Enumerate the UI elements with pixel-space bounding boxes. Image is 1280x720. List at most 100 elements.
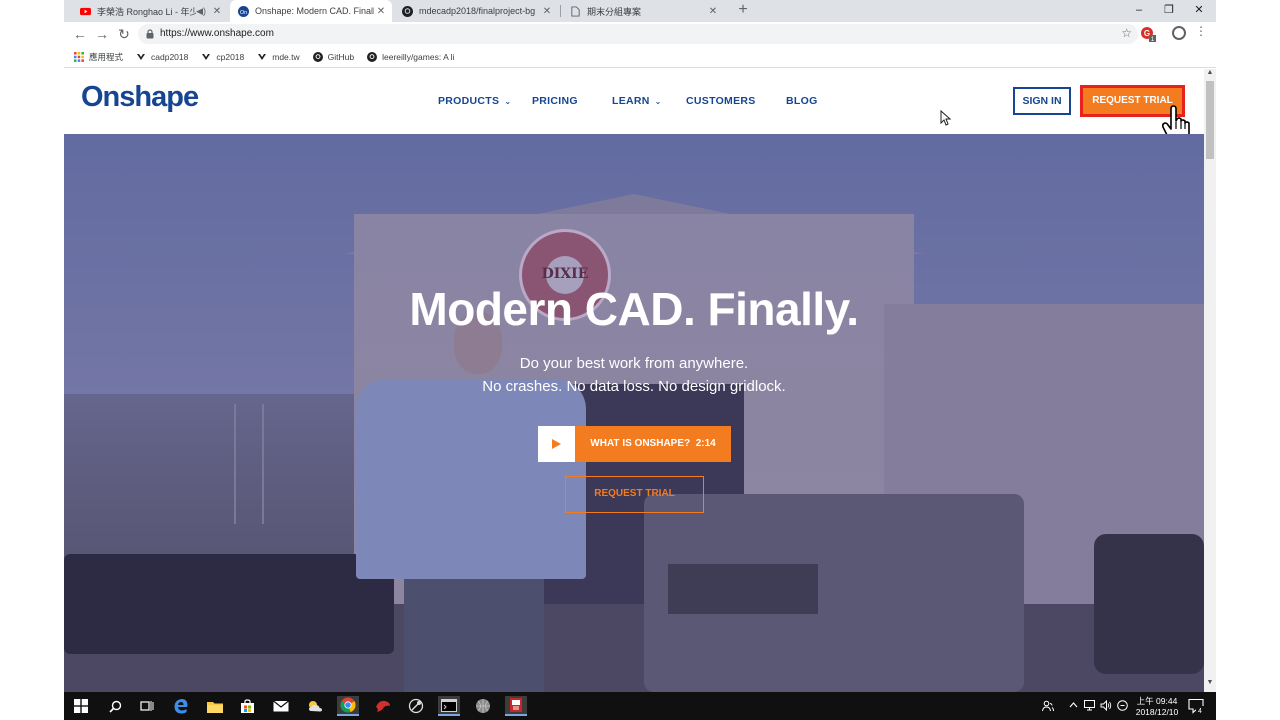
tab-title: 期末分組專案	[587, 6, 642, 17]
play-icon[interactable]	[538, 426, 575, 462]
tab-separator	[560, 5, 561, 17]
network-icon[interactable]	[1084, 700, 1097, 713]
scrollbar-thumb[interactable]	[1206, 81, 1214, 159]
screen: 李榮浩 Ronghao Li - 年少有 ◀) ✕ On Onshape: Mo…	[0, 0, 1280, 720]
svg-text:On: On	[240, 9, 247, 15]
close-tab-icon[interactable]: ✕	[374, 6, 388, 17]
audio-icon[interactable]: ◀)	[196, 6, 206, 17]
address-bar[interactable]: https://www.onshape.com ☆	[138, 24, 1138, 44]
bookmark-label: leereilly/games: A li	[382, 51, 455, 62]
extension-icon[interactable]: G1	[1140, 26, 1156, 42]
browser-window: 李榮浩 Ronghao Li - 年少有 ◀) ✕ On Onshape: Mo…	[64, 0, 1216, 692]
bookmark-star-icon[interactable]: ☆	[1121, 26, 1132, 40]
browser-toolbar: ← → ↻ https://www.onshape.com ☆ G1 ⋮	[64, 22, 1216, 46]
dixie-sign-text: DIXIE	[541, 266, 589, 282]
nav-pricing[interactable]: PRICING	[532, 95, 578, 107]
nav-learn-label: LEARN	[612, 95, 650, 107]
action-center-icon[interactable]: 4	[1188, 698, 1204, 714]
nav-customers[interactable]: CUSTOMERS	[686, 95, 756, 107]
url-text: https://www.onshape.com	[160, 28, 274, 39]
tab-onshape[interactable]: On Onshape: Modern CAD. Finally. ✕	[230, 0, 392, 22]
chevron-down-icon: ⌄	[654, 97, 662, 106]
bookmark-label: cadp2018	[151, 51, 189, 62]
chevron-down-icon: ⌄	[504, 97, 512, 106]
app-icon-satellite[interactable]	[405, 696, 427, 716]
profile-avatar-icon[interactable]	[1172, 26, 1186, 40]
nav-blog[interactable]: BLOG	[786, 95, 818, 107]
github-icon	[402, 5, 413, 17]
chrome-taskbar-icon[interactable]	[337, 696, 359, 716]
youtube-icon	[80, 7, 91, 15]
scroll-up-arrow-icon[interactable]: ▲	[1204, 69, 1216, 81]
store-icon[interactable]	[236, 696, 258, 716]
new-tab-button[interactable]: +	[732, 0, 754, 22]
hero-person	[356, 379, 586, 579]
bookmark-cadp2018[interactable]: cadp2018	[136, 52, 188, 62]
onshape-logo[interactable]: Onshape	[81, 81, 199, 114]
people-icon[interactable]	[1042, 700, 1054, 714]
video-title: WHAT IS ONSHAPE?	[590, 438, 691, 449]
tray-chevron-up-icon[interactable]	[1069, 700, 1078, 710]
watch-video-button[interactable]: WHAT IS ONSHAPE? 2:14	[538, 426, 731, 462]
taskbar-clock-date[interactable]: 2018/12/10	[1130, 707, 1184, 717]
input-method-icon[interactable]	[1117, 700, 1128, 713]
edge-browser-icon[interactable]	[170, 696, 192, 716]
document-icon	[571, 5, 580, 17]
hero-tower	[234, 404, 264, 524]
nav-products[interactable]: PRODUCTS ⌄	[438, 95, 511, 107]
lock-icon	[146, 29, 154, 39]
bookmark-leereilly-games[interactable]: leereilly/games: A li	[367, 51, 455, 62]
hero-title: Modern CAD. Finally.	[409, 283, 859, 335]
weather-icon[interactable]	[304, 696, 326, 716]
app-icon-editor[interactable]	[505, 696, 527, 716]
github-icon	[367, 51, 378, 62]
onshape-favicon: On	[238, 5, 249, 17]
bookmark-github[interactable]: GitHub	[312, 51, 355, 62]
bookmark-icon	[202, 53, 211, 60]
bookmarks-bar: 應用程式 cadp2018 cp2018 mde.tw GitHub leere…	[64, 46, 1216, 68]
bookmark-label: GitHub	[327, 51, 355, 62]
volume-icon[interactable]	[1100, 699, 1112, 713]
maximize-button[interactable]: ❐	[1154, 0, 1184, 22]
bookmark-label: cp2018	[216, 51, 245, 62]
terminal-icon[interactable]	[438, 696, 460, 716]
file-explorer-icon[interactable]	[204, 696, 226, 716]
site-header: Onshape PRODUCTS ⌄ PRICING LEARN ⌄ CUSTOME…	[64, 69, 1204, 144]
reload-button[interactable]: ↻	[114, 24, 134, 44]
tab-github[interactable]: mdecadp2018/finalproject-bg ✕	[394, 0, 558, 22]
page-scrollbar[interactable]: ▲ ▼	[1204, 69, 1216, 692]
bookmark-icon	[258, 53, 267, 60]
back-button[interactable]: ←	[70, 24, 90, 44]
close-tab-icon[interactable]: ✕	[706, 6, 720, 17]
mail-icon[interactable]	[270, 696, 292, 716]
forward-button[interactable]: →	[92, 24, 112, 44]
task-view-icon[interactable]	[136, 696, 158, 716]
app-icon-sphere[interactable]	[472, 696, 494, 716]
bookmark-cp2018[interactable]: cp2018	[201, 52, 244, 62]
search-icon[interactable]	[104, 696, 126, 716]
mouse-pointer-icon	[940, 110, 952, 126]
tab-youtube[interactable]: 李榮浩 Ronghao Li - 年少有 ◀) ✕	[72, 0, 228, 22]
taskbar-clock-time[interactable]: 上午 09:44	[1132, 695, 1182, 707]
scroll-down-arrow-icon[interactable]: ▼	[1204, 679, 1216, 691]
tab-document[interactable]: 期末分組專案 ✕	[562, 0, 724, 22]
close-window-button[interactable]: ✕	[1184, 0, 1214, 22]
windows-taskbar: 上午 09:44 2018/12/10 4	[64, 692, 1216, 720]
hero-request-trial-button[interactable]: REQUEST TRIAL	[565, 476, 704, 513]
bookmark-mde-tw[interactable]: mde.tw	[257, 51, 300, 62]
bookmark-label: mde.tw	[272, 51, 300, 62]
close-tab-icon[interactable]: ✕	[210, 6, 224, 17]
bookmark-apps[interactable]: 應用程式	[74, 51, 123, 63]
hero-subtitle-line1: Do your best work from anywhere.	[519, 355, 749, 372]
app-icon-red[interactable]	[372, 696, 394, 716]
nav-products-label: PRODUCTS	[438, 95, 500, 107]
tab-strip: 李榮浩 Ronghao Li - 年少有 ◀) ✕ On Onshape: Mo…	[64, 0, 1216, 22]
close-tab-icon[interactable]: ✕	[540, 6, 554, 17]
hero-subtitle-line2: No crashes. No data loss. No design grid…	[482, 378, 786, 395]
menu-dots-icon[interactable]: ⋮	[1194, 24, 1208, 38]
nav-learn[interactable]: LEARN ⌄	[612, 95, 662, 107]
windows-start-icon[interactable]	[70, 696, 92, 716]
video-button-label: WHAT IS ONSHAPE? 2:14	[575, 426, 731, 462]
minimize-button[interactable]: –	[1124, 0, 1154, 22]
sign-in-button[interactable]: SIGN IN	[1013, 87, 1071, 115]
